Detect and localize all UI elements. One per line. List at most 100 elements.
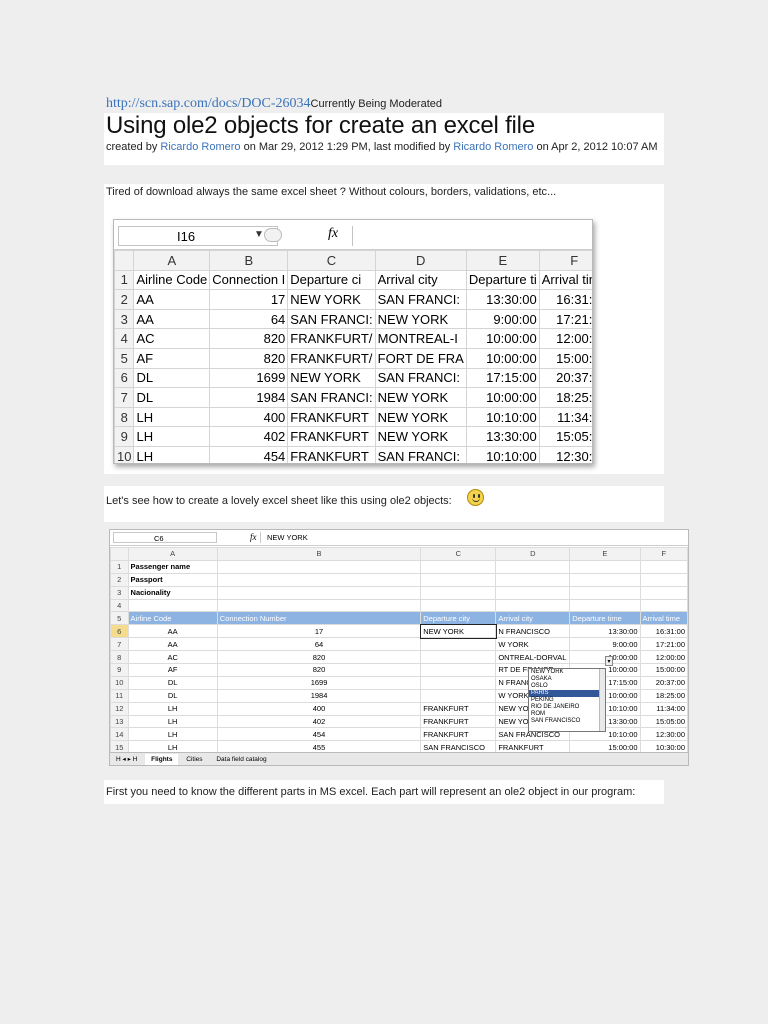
cell[interactable]: 12:30:00 [639, 727, 688, 742]
column-header[interactable]: D [495, 547, 571, 561]
row-header[interactable]: 6 [114, 367, 135, 389]
cell[interactable]: 10:10:00 [465, 406, 540, 428]
cell[interactable]: FRANKFURT [287, 406, 376, 428]
cell[interactable]: 10:10:00 [465, 445, 540, 463]
cell[interactable]: NEW YORK [374, 308, 467, 330]
cell[interactable]: Departure ti [465, 269, 540, 291]
cell[interactable]: AA [133, 289, 211, 310]
column-header[interactable]: D [374, 250, 467, 271]
tab-data-field-catalog[interactable]: Data field catalog [210, 754, 272, 765]
cell[interactable]: AC [127, 650, 218, 665]
dropdown-option[interactable]: OSLO [529, 683, 605, 690]
column-header[interactable]: E [465, 250, 540, 271]
tab-cities[interactable]: Cities [180, 754, 208, 765]
cell[interactable] [569, 572, 641, 587]
source-url-link[interactable]: http://scn.sap.com/docs/DOC-26034 [106, 96, 311, 111]
cell[interactable]: 402 [216, 714, 422, 729]
cell[interactable]: Airline Code [127, 611, 218, 626]
cell[interactable]: 9:00:00 [465, 308, 540, 330]
cell[interactable] [569, 585, 641, 600]
cell[interactable]: AA [133, 308, 211, 330]
cell[interactable]: 16:31:00 [639, 624, 688, 639]
row-header[interactable]: 7 [114, 387, 135, 408]
column-header[interactable]: F [639, 547, 688, 561]
formula-input[interactable] [352, 226, 592, 246]
cell[interactable]: Arrival time [639, 611, 688, 626]
cell[interactable]: FRANKFURT [287, 445, 376, 463]
dropdown-option[interactable]: RIO DE JANEIRO [529, 704, 605, 711]
dropdown-arrow-icon[interactable]: ▾ [605, 656, 613, 666]
cell[interactable]: 12:00:00 [538, 328, 592, 349]
row-header[interactable]: 8 [114, 406, 135, 428]
cell[interactable]: Arrival time [538, 269, 592, 291]
column-header[interactable]: A [127, 547, 218, 561]
cell[interactable]: 9:00:00 [569, 637, 641, 652]
cell[interactable]: Connection Number [216, 611, 422, 626]
cell[interactable]: 12:00:00 [639, 650, 688, 665]
row-header[interactable]: 1 [114, 269, 135, 291]
cell[interactable]: 400 [209, 406, 289, 428]
dropdown-option[interactable]: ROM [529, 711, 605, 718]
cell[interactable]: AA [127, 624, 218, 639]
cell[interactable]: MONTREAL-I [374, 328, 467, 349]
cell[interactable]: FRANKFURT [420, 701, 497, 716]
dropdown-option[interactable]: PARIS [529, 690, 605, 697]
cell[interactable]: 20:37:00 [538, 367, 592, 389]
sheet-nav-buttons[interactable]: H ◂ ▸ H [110, 753, 143, 765]
cell[interactable]: 15:05:00 [538, 426, 592, 447]
cell[interactable]: 1984 [216, 688, 422, 703]
cell[interactable]: 18:25:00 [639, 688, 688, 703]
cell[interactable]: Departure city [420, 611, 497, 626]
cell[interactable]: DL [133, 387, 211, 408]
cell[interactable]: DL [127, 675, 218, 690]
row-header[interactable]: 4 [114, 328, 135, 349]
row-header[interactable]: 10 [114, 445, 135, 463]
cell[interactable] [639, 585, 688, 600]
cell[interactable]: 17:15:00 [465, 367, 540, 389]
cell[interactable]: LH [133, 445, 211, 463]
cell[interactable] [420, 598, 497, 613]
row-header[interactable]: 11 [110, 688, 129, 703]
column-header[interactable]: A [133, 250, 211, 271]
cell[interactable]: LH [127, 701, 218, 716]
cell[interactable]: 13:30:00 [465, 426, 540, 447]
cell[interactable]: W YORK [495, 637, 571, 652]
cell[interactable]: 1699 [216, 675, 422, 690]
cell[interactable]: Arrival city [495, 611, 571, 626]
cell[interactable] [569, 559, 641, 574]
cell[interactable]: 11:34:00 [639, 701, 688, 716]
cell[interactable]: AF [127, 663, 218, 677]
row-header[interactable]: 9 [114, 426, 135, 447]
author-link[interactable]: Ricardo Romero [160, 141, 240, 153]
row-header[interactable]: 5 [110, 611, 129, 626]
cell[interactable]: 820 [216, 663, 422, 677]
row-header[interactable]: 8 [110, 650, 129, 665]
cell[interactable]: DL [133, 367, 211, 389]
cell[interactable] [495, 572, 571, 587]
column-header[interactable]: E [569, 547, 641, 561]
cell[interactable]: NEW YORK [287, 289, 376, 310]
cell[interactable]: 10:00:00 [465, 328, 540, 349]
cell[interactable]: Departure time [569, 611, 641, 626]
tab-flights[interactable]: Flights [145, 754, 179, 765]
cell[interactable]: 13:30:00 [465, 289, 540, 310]
row-header[interactable]: 2 [114, 289, 135, 310]
cell[interactable] [495, 585, 571, 600]
cell[interactable]: 10:00:00 [465, 387, 540, 408]
cell[interactable]: NEW YORK [287, 367, 376, 389]
formula-input[interactable]: NEW YORK [260, 532, 688, 543]
column-header[interactable] [114, 250, 135, 271]
cell[interactable]: Passenger name [127, 559, 218, 574]
cell[interactable]: 13:30:00 [569, 624, 641, 639]
cell[interactable] [420, 675, 497, 690]
cell[interactable] [639, 559, 688, 574]
cell[interactable]: NEW YORK [419, 623, 497, 639]
modifier-link[interactable]: Ricardo Romero [453, 141, 533, 153]
cell[interactable]: 17 [209, 289, 289, 310]
row-header[interactable]: 4 [110, 598, 129, 613]
cell[interactable] [216, 559, 422, 574]
cell[interactable] [216, 598, 422, 613]
cell[interactable] [420, 688, 497, 703]
cell[interactable]: 11:34:00 [538, 406, 592, 428]
cell[interactable]: FRANKFURT [420, 714, 497, 729]
